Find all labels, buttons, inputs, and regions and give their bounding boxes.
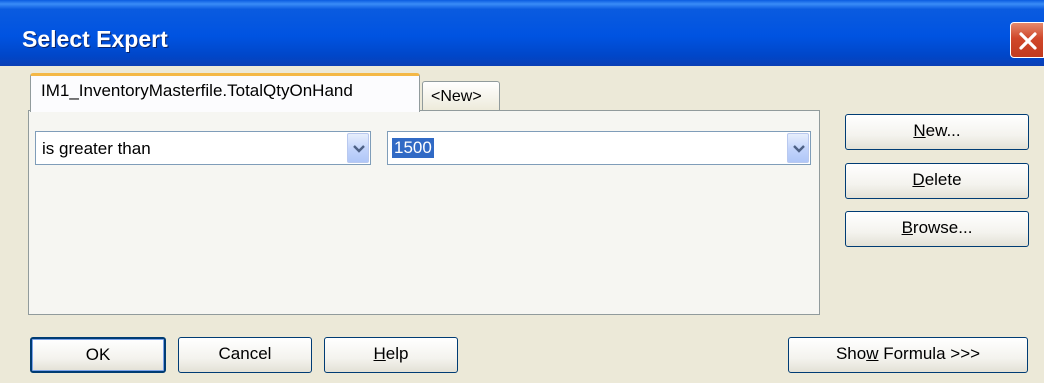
condition-panel: is greater than 1500 bbox=[28, 110, 820, 315]
show-formula-button[interactable]: Show Formula >>> bbox=[788, 337, 1028, 373]
browse-button[interactable]: Browse... bbox=[845, 211, 1029, 247]
title-bar[interactable]: Select Expert bbox=[0, 0, 1044, 66]
operator-dropdown-button[interactable] bbox=[347, 133, 369, 163]
chevron-down-icon bbox=[353, 145, 365, 153]
value-dropdown-button[interactable] bbox=[787, 133, 809, 163]
operator-select[interactable]: is greater than bbox=[35, 131, 371, 165]
tab-new[interactable]: <New> bbox=[422, 81, 500, 112]
ok-button[interactable]: OK bbox=[30, 337, 166, 373]
cancel-button[interactable]: Cancel bbox=[178, 337, 312, 373]
tab-label: <New> bbox=[431, 88, 482, 105]
tab-totalqtyonhand[interactable]: IM1_InventoryMasterfile.TotalQtyOnHand bbox=[30, 73, 420, 112]
delete-button[interactable]: Delete bbox=[845, 163, 1029, 199]
new-button[interactable]: New... bbox=[845, 114, 1029, 150]
value-text[interactable]: 1500 bbox=[392, 138, 434, 158]
chevron-down-icon bbox=[793, 145, 805, 153]
help-button[interactable]: Help bbox=[324, 337, 458, 373]
close-button[interactable] bbox=[1010, 22, 1044, 58]
tab-label: IM1_InventoryMasterfile.TotalQtyOnHand bbox=[41, 81, 353, 100]
value-combobox[interactable]: 1500 bbox=[387, 131, 811, 165]
close-icon bbox=[1019, 32, 1037, 50]
operator-value: is greater than bbox=[42, 139, 151, 158]
window-title: Select Expert bbox=[22, 26, 168, 52]
select-expert-dialog: Select Expert IM1_InventoryMasterfile.To… bbox=[0, 0, 1044, 383]
